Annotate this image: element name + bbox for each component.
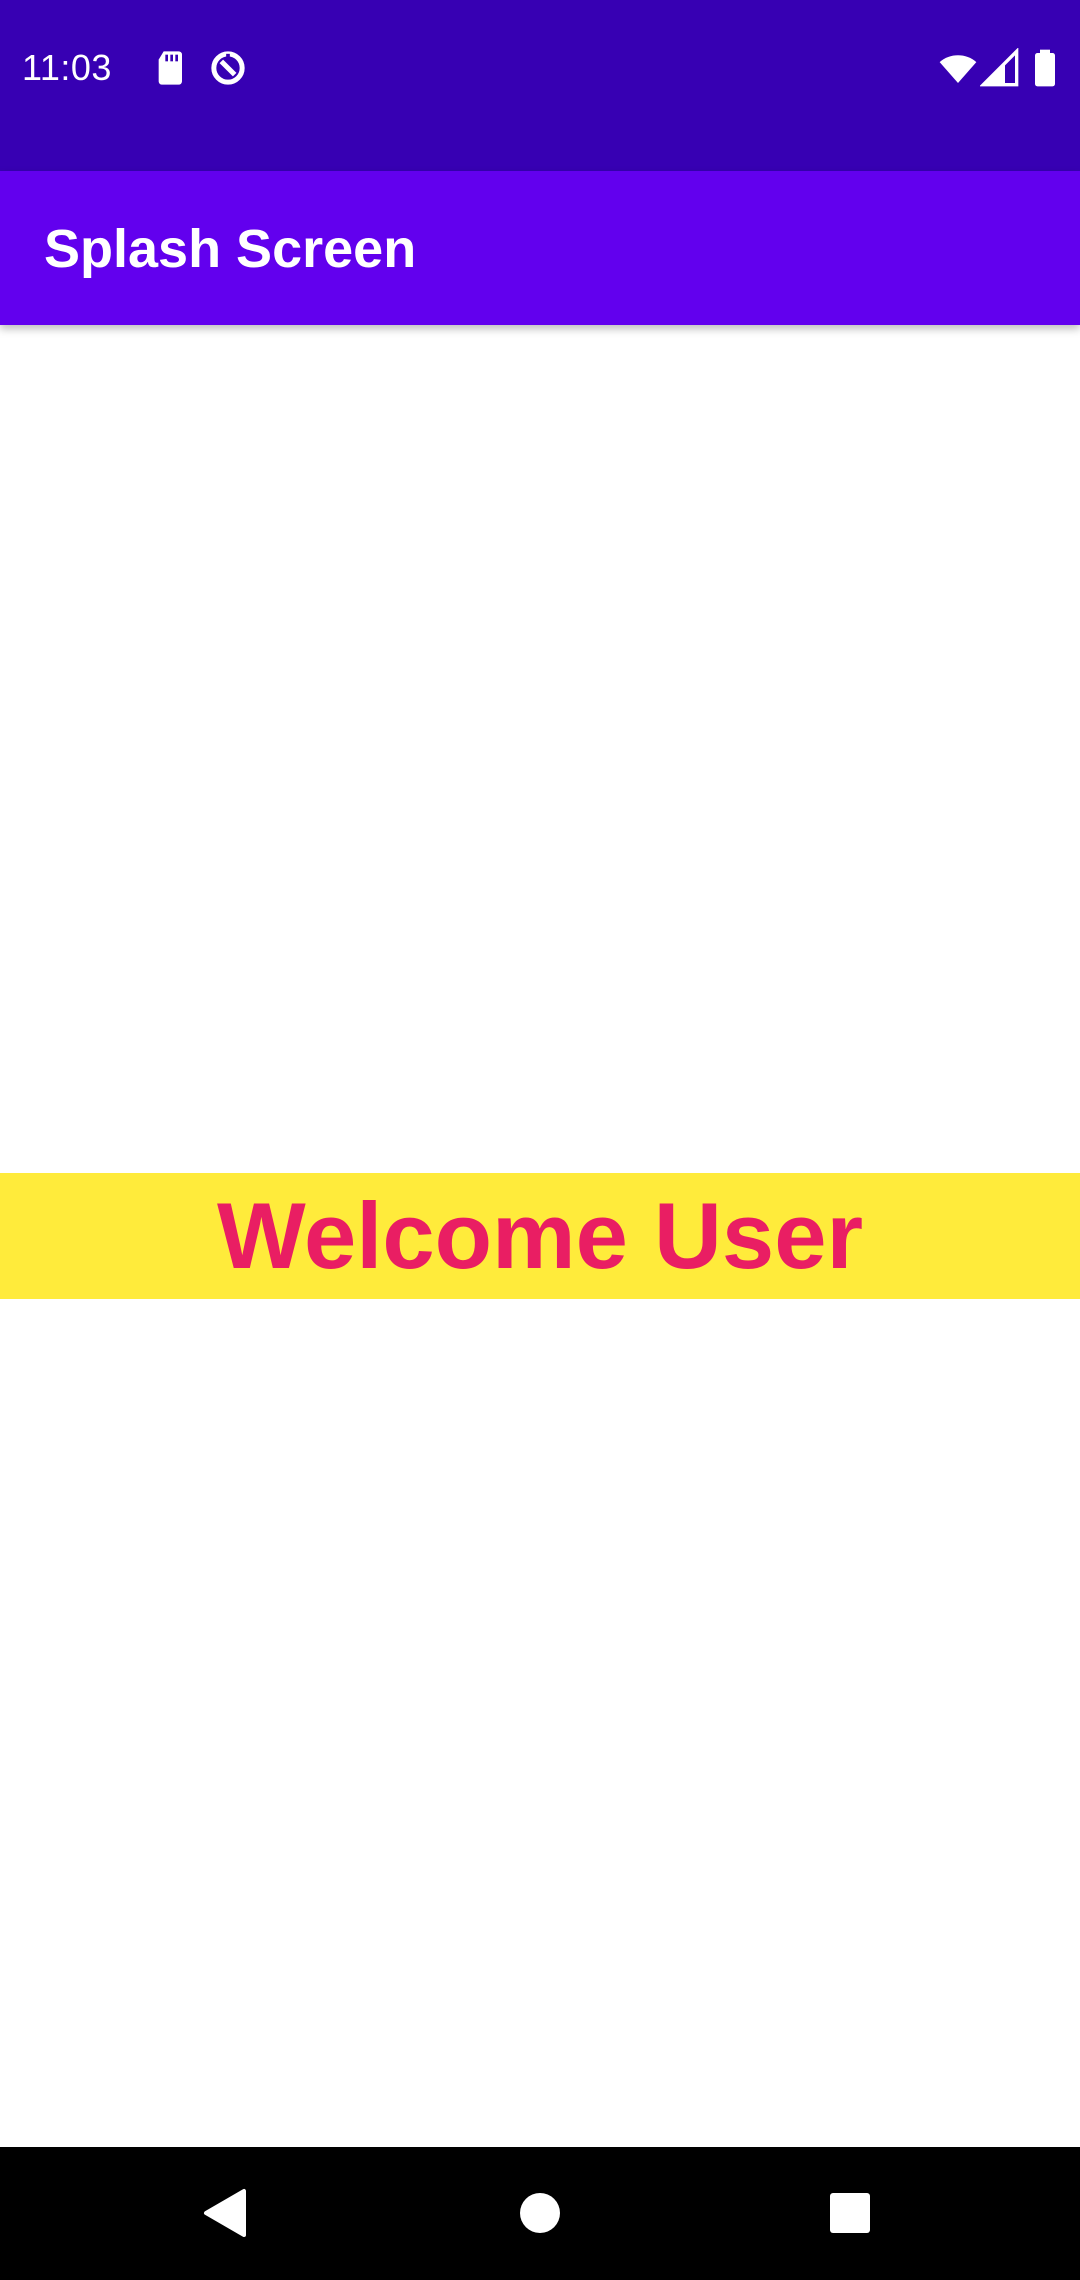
recents-icon[interactable]	[810, 2173, 890, 2253]
data-saver-icon	[211, 51, 245, 85]
navigation-bar	[0, 2147, 1080, 2280]
battery-icon	[1035, 49, 1055, 87]
app-title: Splash Screen	[44, 219, 417, 279]
cellular-signal-icon	[980, 48, 1019, 87]
sd-card-icon	[158, 51, 182, 85]
back-icon[interactable]	[186, 2173, 266, 2253]
status-bar: 11:03	[0, 0, 1080, 171]
status-time: 11:03	[22, 47, 112, 88]
splash-screen: 11:03 Splash Screen Welcome User	[0, 0, 1080, 2280]
home-icon[interactable]	[500, 2173, 580, 2253]
wifi-icon	[939, 55, 977, 83]
welcome-banner: Welcome User	[0, 1173, 1080, 1299]
main-content: Welcome User	[0, 325, 1080, 2147]
app-bar: Splash Screen	[0, 171, 1080, 325]
welcome-text: Welcome User	[216, 1183, 864, 1288]
